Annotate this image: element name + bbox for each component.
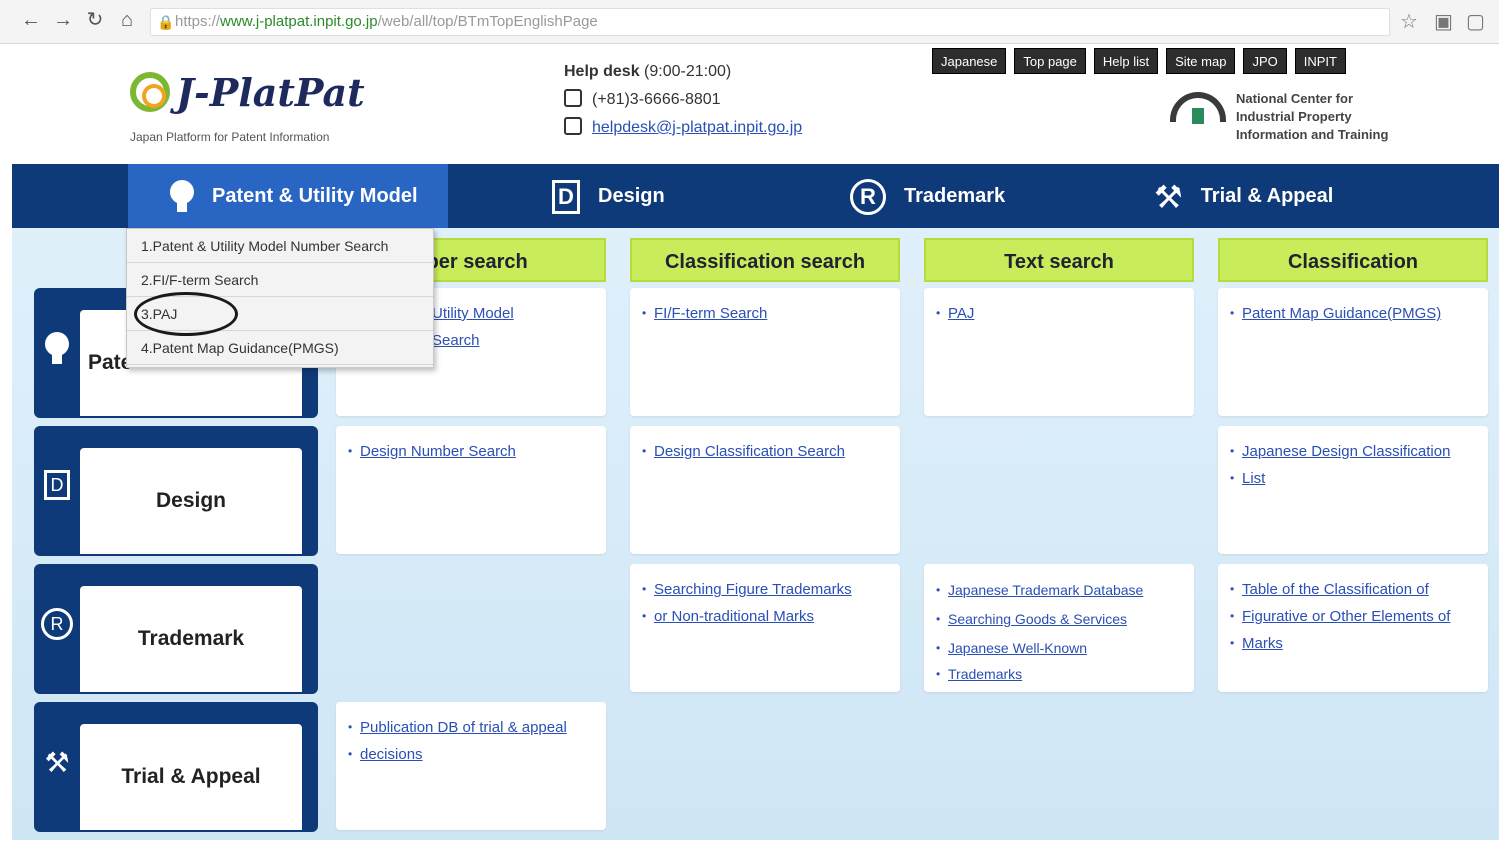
card-trademark-text: Japanese Trademark Database Searching Go… [924,564,1194,692]
nav-label: Trial & Appeal [1200,185,1334,207]
nav-label: Design [598,185,665,207]
link-table-classification-cont2[interactable]: Marks [1230,630,1474,657]
nav-patent-utility-model[interactable]: Patent & Utility Model [128,164,448,228]
nav-design[interactable]: D Design [552,164,665,228]
link-patent-map-guidance[interactable]: Patent Map Guidance(PMGS) [1230,300,1474,327]
card-patent-class: Patent Map Guidance(PMGS) [1218,288,1488,416]
jpo-button[interactable]: JPO [1243,48,1287,74]
link-japanese-well-known-cont[interactable]: Trademarks [936,663,1180,685]
design-d-icon: D [552,179,580,214]
nav-label: Patent & Utility Model [212,185,418,207]
top-page-button[interactable]: Top page [1014,48,1086,74]
gavel-icon: ⚒ [1154,178,1183,215]
row-label-trial-appeal[interactable]: ⚒ Trial & Appeal [34,702,318,832]
helpdesk-phone: (+81)3-6666-8801 [592,91,721,108]
nav-label: Trademark [904,185,1006,207]
link-japanese-trademark-database[interactable]: Japanese Trademark Database [936,576,1180,605]
lightbulb-icon [170,179,194,214]
lightbulb-icon [40,332,74,372]
card-patent-text: PAJ [924,288,1194,416]
logo-mark-icon [130,72,170,112]
helpdesk-hours: (9:00-21:00) [644,63,732,80]
row-label-trademark[interactable]: R Trademark [34,564,318,694]
column-header-text-search: Text search [924,238,1194,282]
help-list-button[interactable]: Help list [1093,48,1159,74]
column-header-classification-search: Classification search [630,238,900,282]
row-label-design[interactable]: D Design [34,426,318,556]
browser-toolbar: ← → ↻ ⌂ 🔒 https://www.j-platpat.inpit.go.… [0,0,1499,44]
row-label-text: Trial & Appeal [80,724,302,830]
inpit-org-name: National Center for Industrial Property … [1236,90,1388,144]
star-icon[interactable]: ☆ [1400,9,1418,34]
gavel-icon: ⚒ [44,747,70,778]
card-trademark-class: Table of the Classification of Figurativ… [1218,564,1488,692]
phone-icon [564,89,582,107]
card-trial-number: Publication DB of trial & appeal decisio… [336,702,606,830]
lock-icon: 🔒 [157,14,175,30]
site-map-button[interactable]: Site map [1166,48,1236,74]
address-bar[interactable]: 🔒 https://www.j-platpat.inpit.go.jp/web/a… [150,8,1390,36]
column-header-classification: Classification [1218,238,1488,282]
card-patent-classification: FI/F-term Search [630,288,900,416]
helpdesk-email-link[interactable]: helpdesk@j-platpat.inpit.go.jp [592,119,802,136]
link-searching-figure-trademarks-cont[interactable]: or Non-traditional Marks [642,603,886,630]
mail-icon [564,117,582,135]
reload-icon[interactable]: ↻ [84,9,106,31]
logo-text: J-PlatPat [176,70,365,115]
link-publication-db-trial-cont[interactable]: decisions [348,741,592,768]
link-japanese-design-classification[interactable]: Japanese Design Classification [1230,438,1474,465]
helpdesk-info: Help desk (9:00-21:00) (+81)3-6666-8801 … [564,58,802,142]
link-paj[interactable]: PAJ [936,300,1180,327]
design-d-icon: D [40,470,74,510]
link-japanese-design-classification-cont[interactable]: List [1230,465,1474,492]
dropdown-item-pmgs[interactable]: 4.Patent Map Guidance(PMGS) [127,331,433,365]
link-fi-fterm-search[interactable]: FI/F-term Search [642,300,886,327]
link-design-number-search[interactable]: Design Number Search [348,438,592,465]
main-nav: Patent & Utility Model D Design R Trademar… [12,164,1499,228]
link-japanese-well-known[interactable]: Japanese Well-Known [936,634,1180,663]
link-publication-db-trial[interactable]: Publication DB of trial & appeal [348,714,592,741]
card-trademark-classification: Searching Figure Trademarks or Non-tradi… [630,564,900,692]
nav-trial-appeal[interactable]: ⚒ Trial & Appeal [1154,164,1333,228]
row-label-text: Design [80,448,302,554]
url-path: /web/all/top/BTmTopEnglishPage [377,13,598,30]
row-label-text: Trademark [80,586,302,692]
url-host: www.j-platpat.inpit.go.jp [220,13,378,30]
arrow-left-icon[interactable]: ← [20,9,42,31]
top-button-bar: Japanese Top page Help list Site map JPO… [932,48,1346,74]
japanese-button[interactable]: Japanese [932,48,1007,74]
link-searching-goods-services[interactable]: Searching Goods & Services [936,605,1180,634]
registered-icon: R [40,608,74,648]
org-line-2: Industrial Property [1236,109,1352,124]
registered-icon: R [850,178,886,215]
menu-icon[interactable]: ▢ [1466,9,1485,34]
card-design-number: Design Number Search [336,426,606,554]
link-design-classification-search[interactable]: Design Classification Search [642,438,886,465]
nav-trademark[interactable]: R Trademark [850,164,1005,228]
highlight-circle-annotation [134,292,238,336]
card-design-classification: Design Classification Search [630,426,900,554]
org-line-3: Information and Training [1236,127,1389,142]
card-design-class: Japanese Design Classification List [1218,426,1488,554]
inpit-button[interactable]: INPIT [1294,48,1346,74]
url-scheme: https:// [175,13,221,30]
extension-icon[interactable]: ▣ [1434,9,1453,34]
helpdesk-label: Help desk [564,63,640,80]
link-table-classification[interactable]: Table of the Classification of [1230,576,1474,603]
dropdown-item-number-search[interactable]: 1.Patent & Utility Model Number Search [127,229,433,263]
arrow-right-icon[interactable]: → [52,9,74,31]
home-icon[interactable]: ⌂ [116,9,138,31]
logo-subtitle: Japan Platform for Patent Information [130,130,330,144]
link-table-classification-cont1[interactable]: Figurative or Other Elements of [1230,603,1474,630]
inpit-mark-icon [1170,92,1226,124]
site-header: J-PlatPat Japan Platform for Patent Info… [12,44,1499,164]
org-line-1: National Center for [1236,91,1354,106]
link-searching-figure-trademarks[interactable]: Searching Figure Trademarks [642,576,886,603]
